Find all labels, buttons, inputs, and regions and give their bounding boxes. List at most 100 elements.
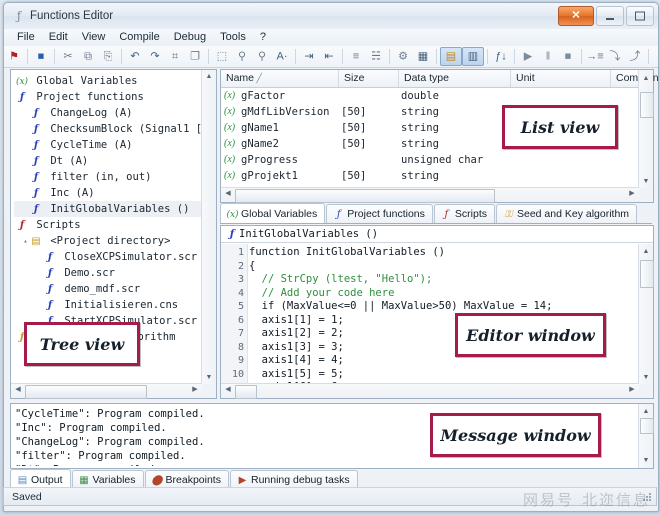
comment-block-icon[interactable]: ≡: [346, 47, 366, 66]
tree-node[interactable]: ƒ filter (in, out): [14, 169, 202, 185]
editor-vertical-scrollbar[interactable]: ▲ ▼: [638, 244, 654, 384]
maximize-button[interactable]: [626, 6, 654, 26]
code-line[interactable]: {: [249, 260, 639, 274]
indent-decrease-icon[interactable]: ⇤: [319, 47, 339, 66]
scroll-right-arrow[interactable]: ▶: [626, 188, 638, 199]
scroll-right-arrow[interactable]: ▶: [189, 384, 201, 395]
cut-icon[interactable]: ✂: [58, 47, 78, 66]
list-hscroll-thumb[interactable]: [235, 189, 495, 203]
indent-increase-icon[interactable]: ⇥: [299, 47, 319, 66]
tab-seed-and-key-algorithm[interactable]: ⚿ Seed and Key algorithm: [495, 204, 638, 223]
scroll-down-arrow[interactable]: ▼: [202, 372, 216, 383]
menu-item-edit[interactable]: Edit: [42, 29, 75, 46]
font-size-icon[interactable]: A·: [272, 47, 292, 66]
editor-hscroll-thumb[interactable]: [235, 385, 257, 399]
list-row[interactable]: (x) gProjekt1 [50] string: [221, 168, 639, 184]
tab-global-variables[interactable]: (x) Global Variables: [220, 203, 326, 223]
find-icon[interactable]: ⌗: [165, 47, 185, 66]
list-vertical-scrollbar[interactable]: ▲ ▼: [638, 70, 654, 188]
scroll-up-arrow[interactable]: ▲: [639, 73, 653, 84]
tree-node[interactable]: ƒ CloseXCPSimulator.scr: [14, 249, 202, 265]
tree-node[interactable]: (x) Global Variables: [14, 73, 202, 89]
scroll-up-arrow[interactable]: ▲: [639, 406, 653, 417]
tab-scripts[interactable]: ƒ Scripts: [433, 204, 495, 223]
tree-node[interactable]: ƒ CycleTime (A): [14, 137, 202, 153]
close-button[interactable]: ✕: [558, 6, 594, 26]
list-column-header-name[interactable]: Name ╱: [221, 70, 339, 87]
scroll-down-arrow[interactable]: ▼: [639, 372, 653, 383]
menu-item-view[interactable]: View: [75, 29, 113, 46]
zoom-out-icon[interactable]: ⚲: [232, 47, 252, 66]
step-over-icon[interactable]: ⤵: [605, 47, 625, 66]
copy-icon[interactable]: ⧉: [78, 47, 98, 66]
exit-icon[interactable]: ⚑: [4, 47, 24, 66]
code-line[interactable]: function InitGlobalVariables (): [249, 246, 639, 260]
tree-node[interactable]: ƒ InitGlobalVariables (): [14, 201, 202, 217]
menu-item-compile[interactable]: Compile: [112, 29, 166, 46]
step-out-icon[interactable]: ⤴: [625, 47, 645, 66]
message-vscroll-thumb[interactable]: [640, 418, 654, 434]
editor-window[interactable]: ƒInitGlobalVariables () 1234567891011 fu…: [220, 225, 654, 399]
redo-icon[interactable]: ↷: [145, 47, 165, 66]
scroll-down-arrow[interactable]: ▼: [639, 455, 653, 466]
tree-node[interactable]: ƒ Initialisieren.cns: [14, 297, 202, 313]
list-column-header-unit[interactable]: Unit: [511, 70, 611, 87]
scroll-down-arrow[interactable]: ▼: [639, 176, 653, 187]
tree-node[interactable]: ▴ ▤ <Project directory>: [14, 233, 202, 249]
save-icon[interactable]: ■: [31, 47, 51, 66]
minimize-button[interactable]: [596, 6, 624, 26]
scroll-right-arrow[interactable]: ▶: [626, 384, 638, 395]
scroll-up-arrow[interactable]: ▲: [202, 71, 216, 82]
scroll-left-arrow[interactable]: ◀: [12, 384, 24, 395]
tree-node[interactable]: ƒ Project functions: [14, 89, 202, 105]
tree-node[interactable]: ƒ Inc (A): [14, 185, 202, 201]
zoom-in-icon[interactable]: ⚲: [252, 47, 272, 66]
tree-node[interactable]: ƒ Dt (A): [14, 153, 202, 169]
tab-output[interactable]: ▤ Output: [10, 469, 71, 489]
compile-icon[interactable]: ⚙: [393, 47, 413, 66]
editor-horizontal-scrollbar[interactable]: ◀ ▶: [221, 383, 639, 399]
tree-expander-icon[interactable]: ▴: [21, 237, 30, 246]
list-row[interactable]: (x) gProgress unsigned char: [221, 152, 639, 168]
list-vscroll-thumb[interactable]: [640, 92, 654, 118]
scroll-left-arrow[interactable]: ◀: [222, 384, 234, 395]
scroll-left-arrow[interactable]: ◀: [222, 188, 234, 199]
scroll-up-arrow[interactable]: ▲: [639, 246, 653, 257]
tab-project-functions[interactable]: ƒ Project functions: [326, 204, 433, 223]
tree-node[interactable]: ƒ Demo.scr: [14, 265, 202, 281]
show-message-window-icon[interactable]: ▥: [462, 47, 484, 66]
pause-icon[interactable]: ‖: [538, 47, 558, 66]
undo-icon[interactable]: ↶: [125, 47, 145, 66]
code-line[interactable]: // StrCpy (ltest, "Hello");: [249, 273, 639, 287]
tree-hscroll-thumb[interactable]: [25, 385, 147, 399]
select-all-icon[interactable]: ⬚: [212, 47, 232, 66]
list-column-header-size[interactable]: Size: [339, 70, 399, 87]
tree-vertical-scrollbar[interactable]: ▲ ▼: [201, 70, 216, 384]
tree-node[interactable]: ƒ Scripts: [14, 217, 202, 233]
menu-item-file[interactable]: File: [10, 29, 42, 46]
message-vertical-scrollbar[interactable]: ▲ ▼: [638, 404, 654, 468]
menu-item-debug[interactable]: Debug: [167, 29, 213, 46]
uncomment-block-icon[interactable]: ☵: [366, 47, 386, 66]
run-icon[interactable]: ▶: [518, 47, 538, 66]
list-row[interactable]: (x) gFactor double: [221, 88, 639, 104]
tree-node[interactable]: ƒ ChecksumBlock (Signal1 [: [14, 121, 202, 137]
function-wizard-icon[interactable]: ƒ↓: [491, 47, 511, 66]
code-line[interactable]: axis1[5] = 5;: [249, 368, 639, 382]
tree-node[interactable]: ƒ demo_mdf.scr: [14, 281, 202, 297]
menu-item-tools[interactable]: Tools: [213, 29, 253, 46]
tree-node[interactable]: ƒ ChangeLog (A): [14, 105, 202, 121]
editor-vscroll-thumb[interactable]: [640, 260, 654, 288]
menu-item-[interactable]: ?: [253, 29, 273, 46]
build-all-icon[interactable]: ▦: [413, 47, 433, 66]
list-column-header-data-type[interactable]: Data type: [399, 70, 511, 87]
code-line[interactable]: // Add your code here: [249, 287, 639, 301]
code-line[interactable]: if (MaxValue<=0 || MaxValue>50) MaxValue…: [249, 300, 639, 314]
step-into-icon[interactable]: →≡: [585, 47, 605, 66]
show-list-view-icon[interactable]: ▤: [440, 47, 462, 66]
replace-icon[interactable]: ❐: [185, 47, 205, 66]
list-horizontal-scrollbar[interactable]: ◀ ▶: [221, 187, 639, 203]
paste-icon[interactable]: ⎘: [98, 47, 118, 66]
tree-horizontal-scrollbar[interactable]: ◀ ▶: [11, 383, 202, 399]
stop-icon[interactable]: ■: [558, 47, 578, 66]
